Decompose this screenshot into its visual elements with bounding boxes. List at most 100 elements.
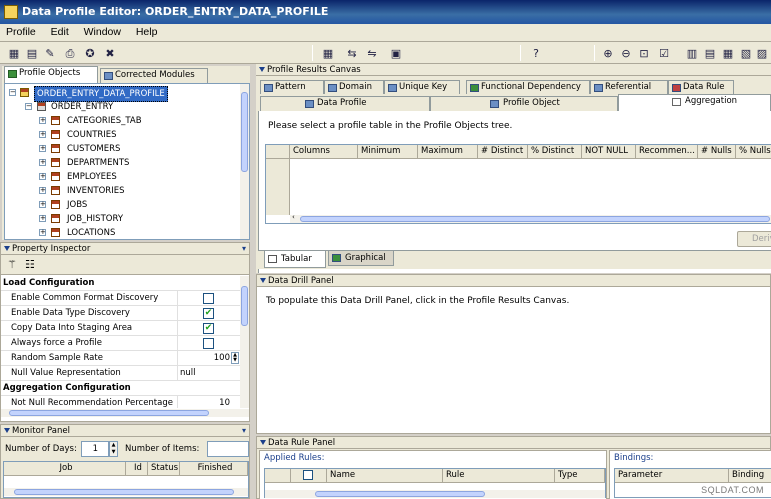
select-all-checkbox[interactable] xyxy=(303,470,313,480)
wand-icon[interactable]: ⚚ xyxy=(7,258,17,271)
col-status[interactable]: Status xyxy=(148,462,180,476)
arrange-icon[interactable]: ▧ xyxy=(738,45,754,60)
properties-icon[interactable]: ☷ xyxy=(25,258,35,271)
not-null-input[interactable]: 10 xyxy=(219,396,230,408)
print-icon[interactable]: ⎙ xyxy=(62,45,78,60)
tab-tabular[interactable]: Tabular xyxy=(264,251,326,268)
col-binding[interactable]: Binding xyxy=(729,469,771,483)
fit-icon[interactable]: ⊡ xyxy=(636,45,652,60)
col-distinct[interactable]: # Distinct xyxy=(478,145,528,159)
col-columns[interactable]: Columns xyxy=(290,145,358,159)
prop-row: Not Null Recommendation Percentage 10 xyxy=(1,396,240,408)
order-icon[interactable]: ▨ xyxy=(754,45,770,60)
profile-tree: − ORDER_ENTRY_DATA_PROFILE − ORDER_ENTRY… xyxy=(4,83,250,240)
col-maximum[interactable]: Maximum xyxy=(418,145,478,159)
tab-referential[interactable]: Referential xyxy=(590,80,668,95)
prop-row: Copy Data Into Staging Area ✔ xyxy=(1,321,240,336)
col-name[interactable]: Name xyxy=(327,469,443,483)
prop-row: Null Value Representation null xyxy=(1,366,240,381)
tab-unique-key[interactable]: Unique Key xyxy=(384,80,460,95)
col-not-null[interactable]: NOT NULL xyxy=(582,145,636,159)
data-type-checkbox[interactable]: ✔ xyxy=(203,308,214,319)
results-message: Please select a profile table in the Pro… xyxy=(268,121,513,131)
tab-aggregation[interactable]: Aggregation xyxy=(618,94,771,111)
monitor-hscroll[interactable] xyxy=(4,488,248,496)
report-icon[interactable]: ▣ xyxy=(388,45,404,60)
applied-rules-table: Name Rule Type xyxy=(264,468,606,498)
tab-domain[interactable]: Domain xyxy=(324,80,384,95)
watermark: SQLDAT.COM xyxy=(701,485,764,495)
col-pct-nulls[interactable]: % Nulls xyxy=(736,145,771,159)
items-input[interactable] xyxy=(207,441,249,457)
tab-data-profile[interactable]: Data Profile xyxy=(260,96,430,111)
toolbar: ▦ ▤ ✎ ⎙ ✪ ✖ ▦ ⇆ ⇋ ▣ ? ⊕ ⊖ ⊡ ☑ ▥ ▤ ▦ ▧ ▨ xyxy=(0,42,771,64)
drill-title: Data Drill Panel xyxy=(257,275,770,287)
monitor-table: Job Id Status Finished xyxy=(3,461,249,498)
applied-rules-label: Applied Rules: xyxy=(264,453,325,463)
aggregation-view: Please select a profile table in the Pro… xyxy=(258,111,771,273)
menu-help[interactable]: Help xyxy=(130,24,164,40)
profile-icon[interactable]: ▦ xyxy=(6,45,22,60)
layout-icon[interactable]: ▥ xyxy=(684,45,700,60)
spinner-icon[interactable]: ▲ ▼ xyxy=(231,352,239,364)
days-spinner-icon[interactable]: ▲ ▼ xyxy=(109,441,118,457)
tab-data-rule[interactable]: Data Rule xyxy=(668,80,734,95)
prop-row: Always force a Profile xyxy=(1,336,240,351)
monitor-panel: Monitor Panel ▾ Number of Days: 1 ▲ ▼ Numb… xyxy=(0,424,250,499)
app-icon xyxy=(4,5,18,19)
col-select[interactable] xyxy=(291,469,327,483)
menu-edit[interactable]: Edit xyxy=(45,24,75,40)
col-parameter[interactable]: Parameter xyxy=(615,469,729,483)
menu-window[interactable]: Window xyxy=(78,24,127,40)
rules-hscroll[interactable] xyxy=(265,490,605,498)
aggregation-table: Columns Minimum Maximum # Distinct % Dis… xyxy=(265,144,771,224)
col-job[interactable]: Job xyxy=(4,462,126,476)
derive-button[interactable]: Deriv xyxy=(737,231,771,247)
aggregation-hscroll[interactable]: ‹ xyxy=(290,213,771,223)
property-scrollbar[interactable] xyxy=(240,276,249,408)
col-id[interactable]: Id xyxy=(126,462,148,476)
col-type[interactable]: Type xyxy=(555,469,605,483)
run-icon[interactable]: ✪ xyxy=(82,45,98,60)
load-config-section[interactable]: Load Configuration xyxy=(1,276,240,291)
align-icon[interactable]: ▤ xyxy=(702,45,718,60)
tab-pattern[interactable]: Pattern xyxy=(260,80,324,95)
tab-graphical[interactable]: Graphical xyxy=(328,251,394,266)
property-hscroll[interactable] xyxy=(1,409,249,417)
items-label: Number of Items: xyxy=(125,444,200,454)
zoom-in-icon[interactable]: ⊕ xyxy=(600,45,616,60)
window-title-bar: Data Profile Editor: ORDER_ENTRY_DATA_PR… xyxy=(0,0,771,24)
tab-corrected-modules[interactable]: Corrected Modules xyxy=(100,68,208,83)
null-repr-input[interactable]: null xyxy=(180,366,196,381)
days-label: Number of Days: xyxy=(5,444,77,454)
link-icon[interactable]: ⇆ xyxy=(344,45,360,60)
distribute-icon[interactable]: ▦ xyxy=(720,45,736,60)
col-minimum[interactable]: Minimum xyxy=(358,145,418,159)
days-input[interactable]: 1 xyxy=(81,441,109,457)
col-finished[interactable]: Finished xyxy=(180,462,248,476)
tab-profile-object[interactable]: Profile Object xyxy=(430,96,618,111)
tab-functional-dependency[interactable]: Functional Dependency xyxy=(466,80,590,95)
random-sample-input[interactable]: 100 xyxy=(214,351,230,366)
help-icon[interactable]: ? xyxy=(528,45,544,60)
rule-title: Data Rule Panel xyxy=(257,437,770,449)
delete-icon[interactable]: ✖ xyxy=(102,45,118,60)
zoom-out-icon[interactable]: ⊖ xyxy=(618,45,634,60)
validate-icon[interactable]: ☑ xyxy=(656,45,672,60)
col-pct-distinct[interactable]: % Distinct xyxy=(528,145,582,159)
col-recommendation[interactable]: Recommen... xyxy=(636,145,698,159)
force-profile-checkbox[interactable] xyxy=(203,338,214,349)
col-nulls[interactable]: # Nulls xyxy=(698,145,736,159)
window-title: Data Profile Editor: ORDER_ENTRY_DATA_PR… xyxy=(22,5,329,18)
grid-icon[interactable]: ▦ xyxy=(320,45,336,60)
col-rule[interactable]: Rule xyxy=(443,469,555,483)
aggregation-config-section[interactable]: Aggregation Configuration xyxy=(1,381,240,396)
menu-profile[interactable]: Profile xyxy=(0,24,42,40)
tree-scrollbar[interactable] xyxy=(240,84,249,239)
common-format-checkbox[interactable] xyxy=(203,293,214,304)
edit-icon[interactable]: ✎ xyxy=(42,45,58,60)
staging-checkbox[interactable]: ✔ xyxy=(203,323,214,334)
connect-icon[interactable]: ⇋ xyxy=(364,45,380,60)
tab-profile-objects[interactable]: Profile Objects xyxy=(4,66,98,83)
save-icon[interactable]: ▤ xyxy=(24,45,40,60)
